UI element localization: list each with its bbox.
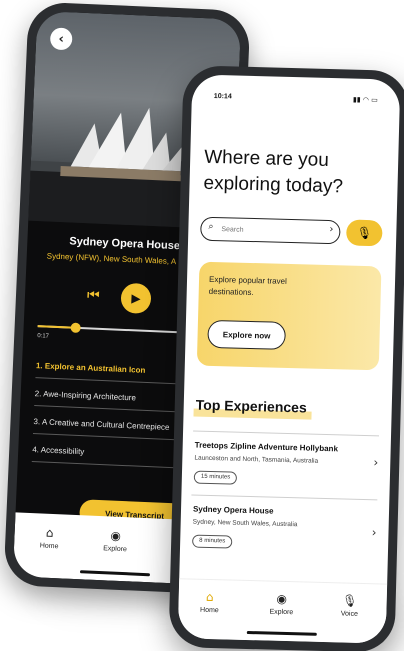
experience-location: Launceston and North, Tasmania, Australi… [194, 454, 319, 465]
duration-badge: 8 minutes [192, 534, 233, 549]
place-subtitle: Sydney (NFW), New South Wales, A [46, 251, 177, 267]
nav-label: Home [199, 606, 219, 615]
microphone-icon: 🎙 [356, 225, 373, 241]
search-bar: ⌕ › [200, 216, 341, 245]
search-icon: ⌕ [208, 221, 214, 232]
duration-badge: 15 minutes [193, 470, 238, 485]
divider [193, 430, 380, 437]
location-pin-icon: ◉ [110, 528, 122, 543]
nav-home[interactable]: ⌂ Home [24, 525, 75, 551]
nav-label: Home [39, 542, 59, 551]
skip-previous-icon[interactable]: ⏮ [87, 287, 100, 304]
experience-title[interactable]: Sydney Opera House [193, 505, 274, 516]
progress-knob[interactable] [70, 322, 81, 334]
status-time: 10:14 [213, 92, 232, 101]
divider [191, 494, 378, 501]
location-pin-icon: ◉ [276, 591, 288, 607]
chevron-right-icon[interactable]: › [329, 224, 333, 235]
chevron-right-icon[interactable]: › [373, 455, 378, 469]
microphone-icon: 🎙 [341, 593, 358, 608]
home-indicator [79, 570, 151, 577]
home-screen: 10:14 ▮▮ ◠ ▭ Where are you exploring tod… [177, 74, 401, 644]
experience-location: Sydney, New South Wales, Australia [192, 518, 298, 529]
nav-home[interactable]: ⌂ Home [184, 589, 235, 614]
status-icons: ▮▮ ◠ ▭ [352, 95, 378, 105]
nav-label: Explore [269, 608, 294, 617]
home-indicator [246, 630, 317, 636]
explore-now-button[interactable]: Explore now [207, 319, 286, 350]
voice-search-button[interactable]: 🎙 [345, 219, 383, 247]
page-title: Where are you exploring today? [203, 146, 344, 198]
search-input[interactable] [221, 222, 318, 239]
home-screen-phone: 10:14 ▮▮ ◠ ▭ Where are you exploring tod… [168, 65, 404, 651]
play-icon[interactable]: ▶ [120, 282, 152, 315]
experience-title[interactable]: Treetops Zipline Adventure Hollybank [195, 441, 338, 454]
home-icon: ⌂ [205, 589, 214, 605]
nav-explore[interactable]: ◉ Explore [90, 528, 141, 554]
promo-text: Explore popular travel destinations. [208, 274, 287, 298]
nav-label: Explore [103, 545, 128, 554]
nav-voice[interactable]: 🎙 Voice [324, 593, 375, 618]
home-icon: ⌂ [45, 525, 54, 541]
nav-explore[interactable]: ◉ Explore [256, 591, 307, 616]
chevron-right-icon[interactable]: › [371, 525, 376, 539]
promo-card: Explore popular travel destinations. Exp… [196, 261, 382, 371]
bottom-nav: ⌂ Home ◉ Explore 🎙 Voice [177, 578, 388, 644]
elapsed-time: 0:17 [37, 333, 50, 340]
place-title: Sydney Opera House [69, 235, 181, 253]
section-title: Top Experiences [195, 396, 307, 416]
nav-label: Voice [340, 610, 358, 618]
